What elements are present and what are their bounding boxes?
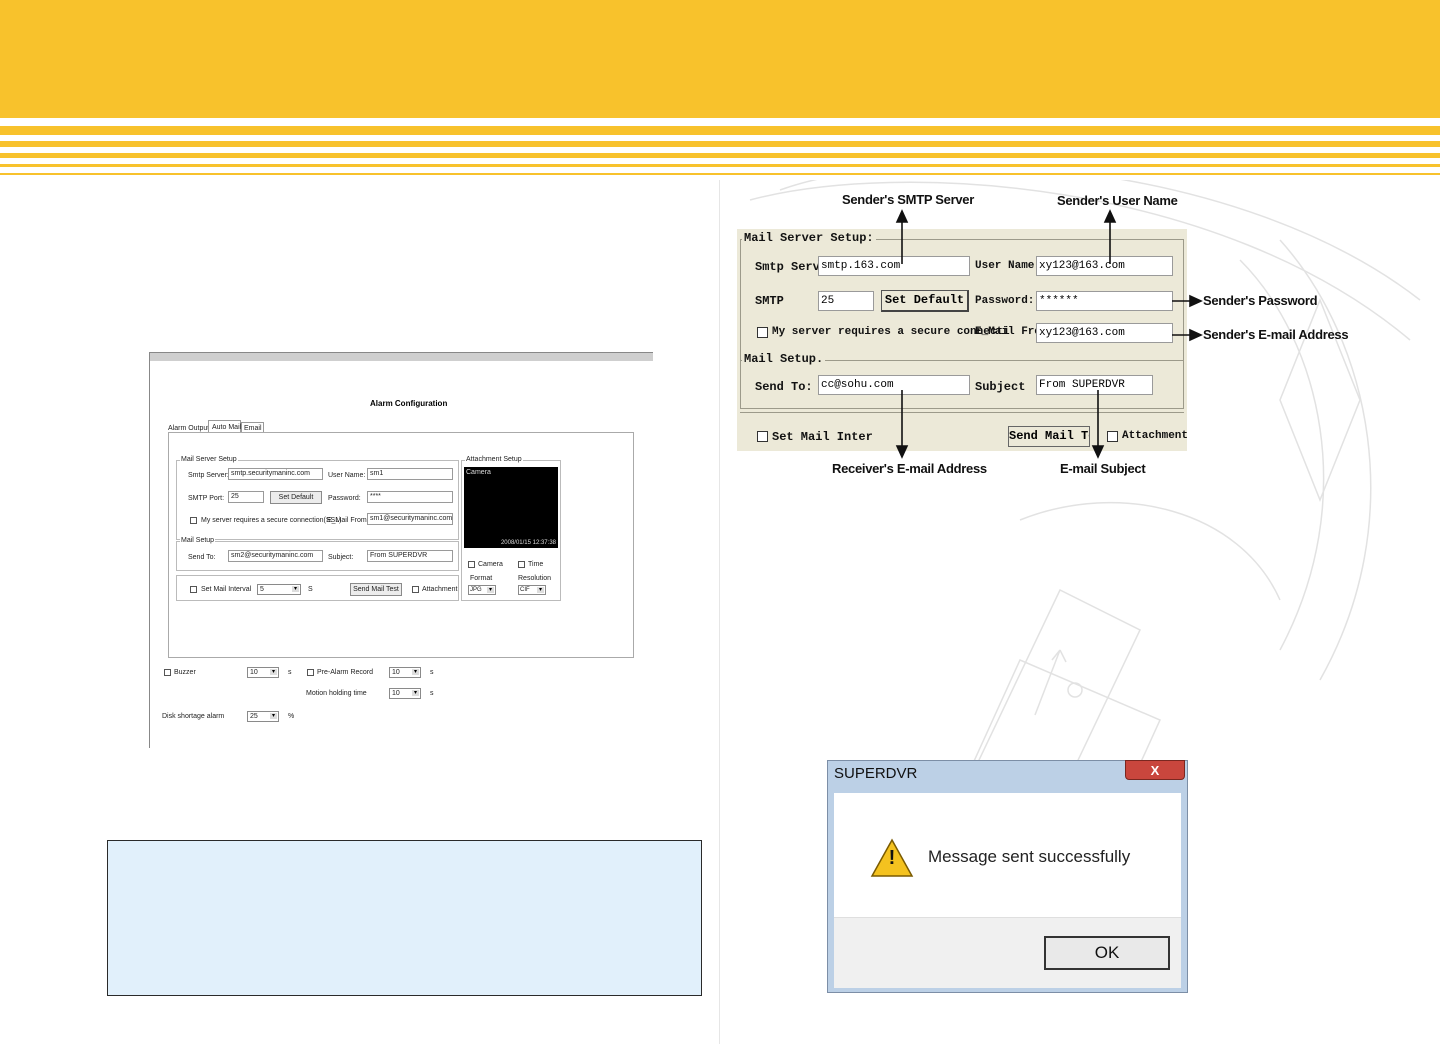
dialog-close-button[interactable]: X xyxy=(1125,760,1185,780)
message-dialog: SUPERDVR X ! Message sent successfully O… xyxy=(827,760,1188,993)
dialog-title: SUPERDVR xyxy=(834,765,918,782)
dialog-message: Message sent successfully xyxy=(928,847,1131,866)
dialog-body: ! Message sent successfully OK xyxy=(834,793,1181,988)
callout-arrows xyxy=(895,209,1203,459)
warning-glyph: ! xyxy=(888,847,896,869)
close-icon: X xyxy=(1150,763,1160,778)
ok-button[interactable]: OK xyxy=(1044,936,1170,970)
